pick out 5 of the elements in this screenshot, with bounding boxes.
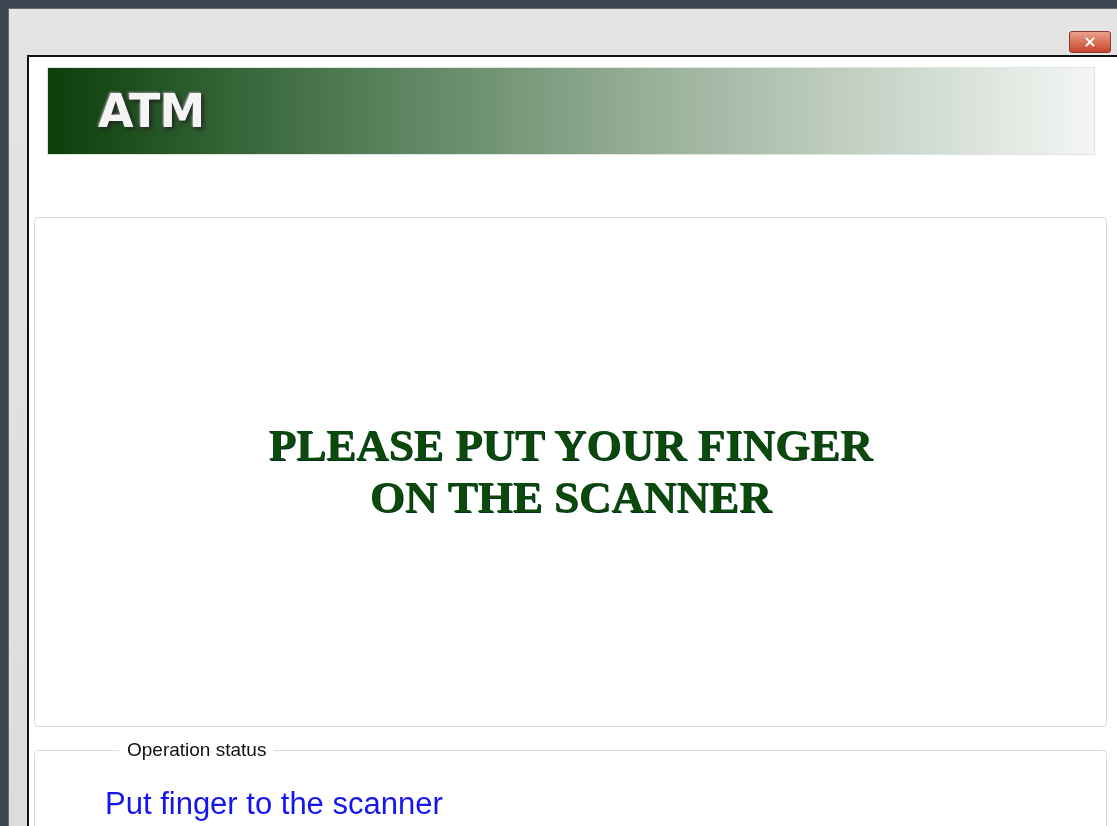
atm-logo: ATM [98,84,205,138]
close-button[interactable]: × [1069,31,1111,53]
group-legend: Operation status [119,739,275,761]
status-message: Put finger to the scanner [105,787,443,821]
prompt-text: PLEASE PUT YOUR FINGER ON THE SCANNER [268,419,873,523]
